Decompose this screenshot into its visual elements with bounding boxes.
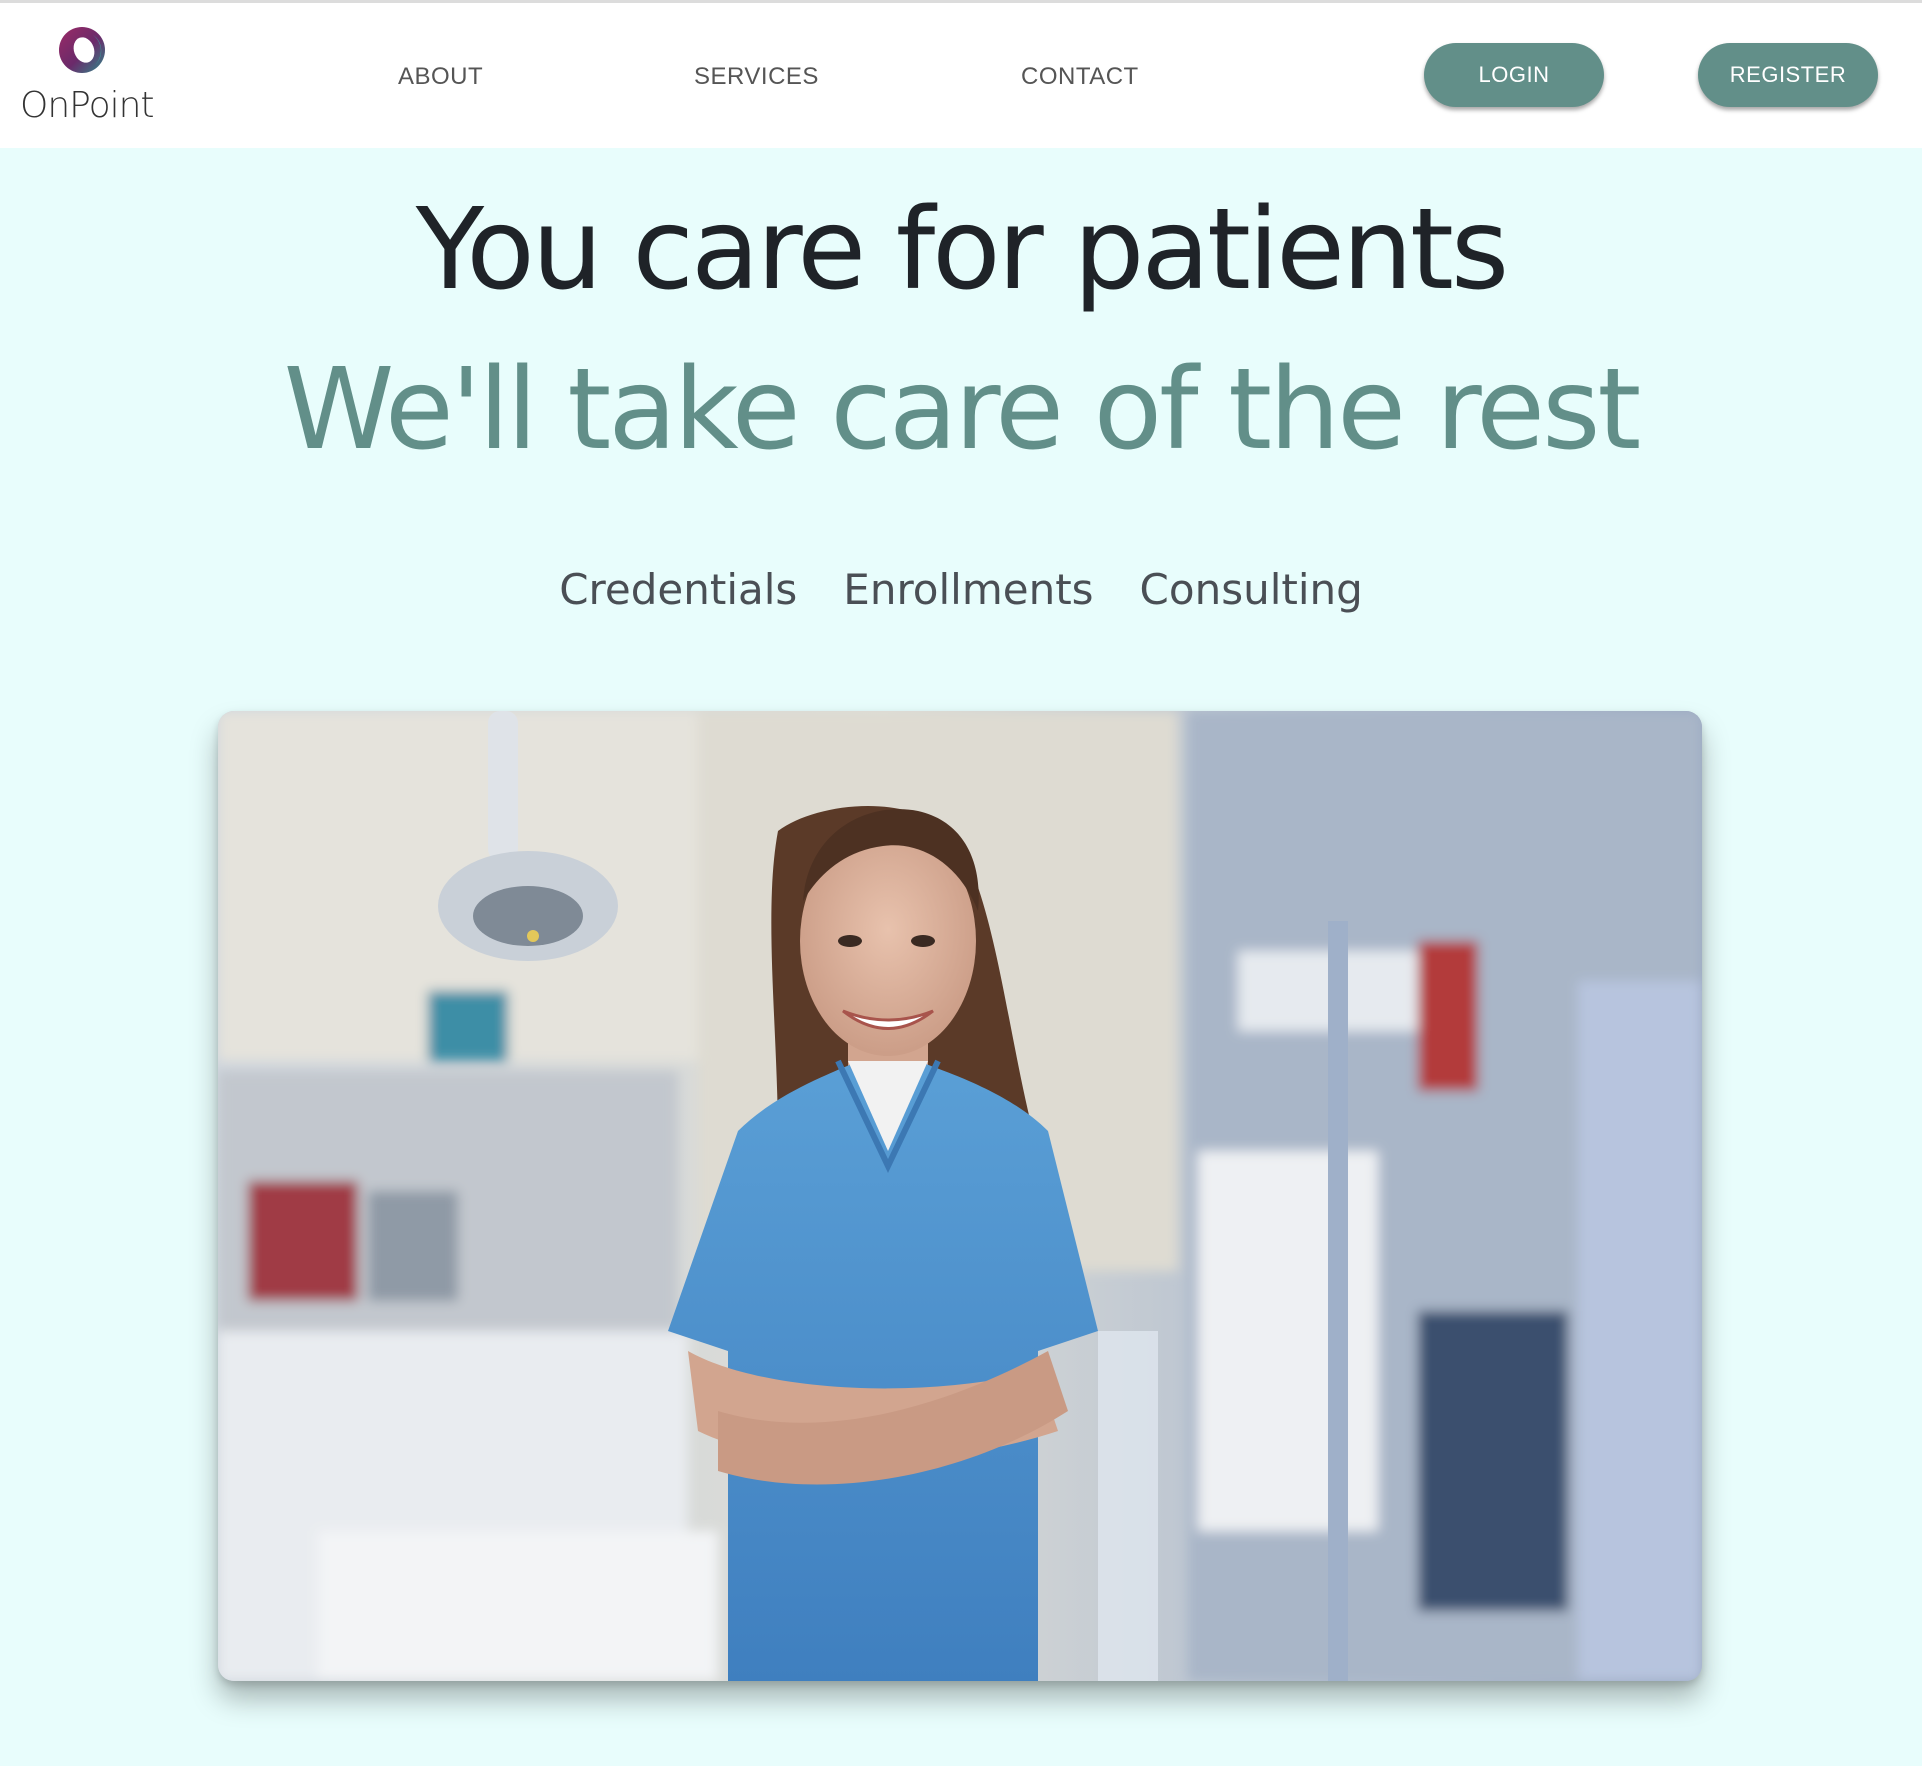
nav-contact-link[interactable]: CONTACT: [1021, 63, 1139, 91]
service-list: Credentials Enrollments Consulting: [0, 565, 1922, 614]
service-item-enrollments: Enrollments: [843, 565, 1094, 614]
brand-name[interactable]: OnPoint: [20, 85, 155, 126]
site-header: OnPoint ABOUT SERVICES CONTACT LOGIN REG…: [0, 3, 1922, 148]
service-item-consulting: Consulting: [1139, 565, 1363, 614]
nav-about-link[interactable]: ABOUT: [398, 63, 483, 91]
ring-logo-icon[interactable]: [57, 25, 107, 75]
register-button[interactable]: REGISTER: [1698, 43, 1878, 107]
dentist-photo-illustration: [218, 711, 1702, 1681]
hero-subheadline: We'll take care of the rest: [283, 345, 1642, 475]
hero-headline: You care for patients: [415, 185, 1509, 315]
login-button[interactable]: LOGIN: [1424, 43, 1604, 107]
service-item-credentials: Credentials: [559, 565, 798, 614]
nav-services-link[interactable]: SERVICES: [694, 63, 819, 91]
hero-image: [218, 711, 1702, 1681]
